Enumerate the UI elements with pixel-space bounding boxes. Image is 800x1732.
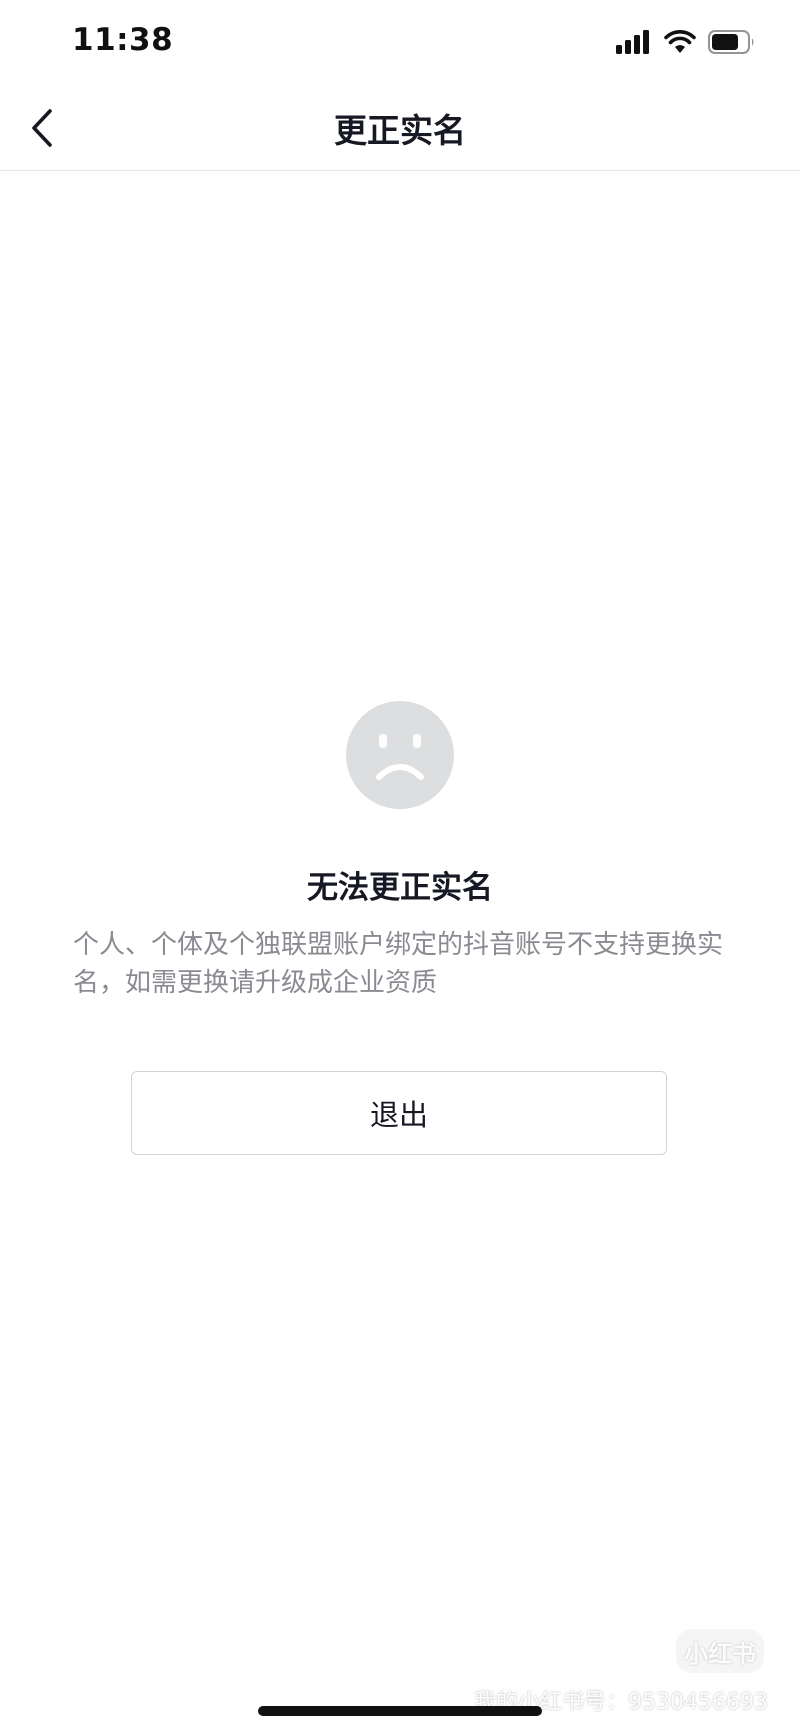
signal-icon bbox=[616, 30, 649, 54]
battery-icon bbox=[708, 30, 754, 54]
state-description: 个人、个体及个独联盟账户绑定的抖音账号不支持更换实名，如需更换请升级成企业资质 bbox=[73, 930, 724, 998]
watermark-logo: 小红书 bbox=[676, 1629, 764, 1673]
exit-button[interactable]: 退出 bbox=[131, 1071, 667, 1155]
status-bar: 11:38 bbox=[0, 0, 800, 90]
nav-bar: 更正实名 bbox=[0, 90, 800, 171]
page-title: 更正实名 bbox=[334, 111, 466, 150]
state-title: 无法更正实名 bbox=[307, 870, 493, 906]
status-icons bbox=[616, 30, 756, 54]
sad-face-icon bbox=[346, 701, 454, 809]
home-indicator[interactable] bbox=[258, 1706, 542, 1716]
status-time: 11:38 bbox=[72, 22, 174, 58]
wifi-icon bbox=[664, 30, 696, 53]
